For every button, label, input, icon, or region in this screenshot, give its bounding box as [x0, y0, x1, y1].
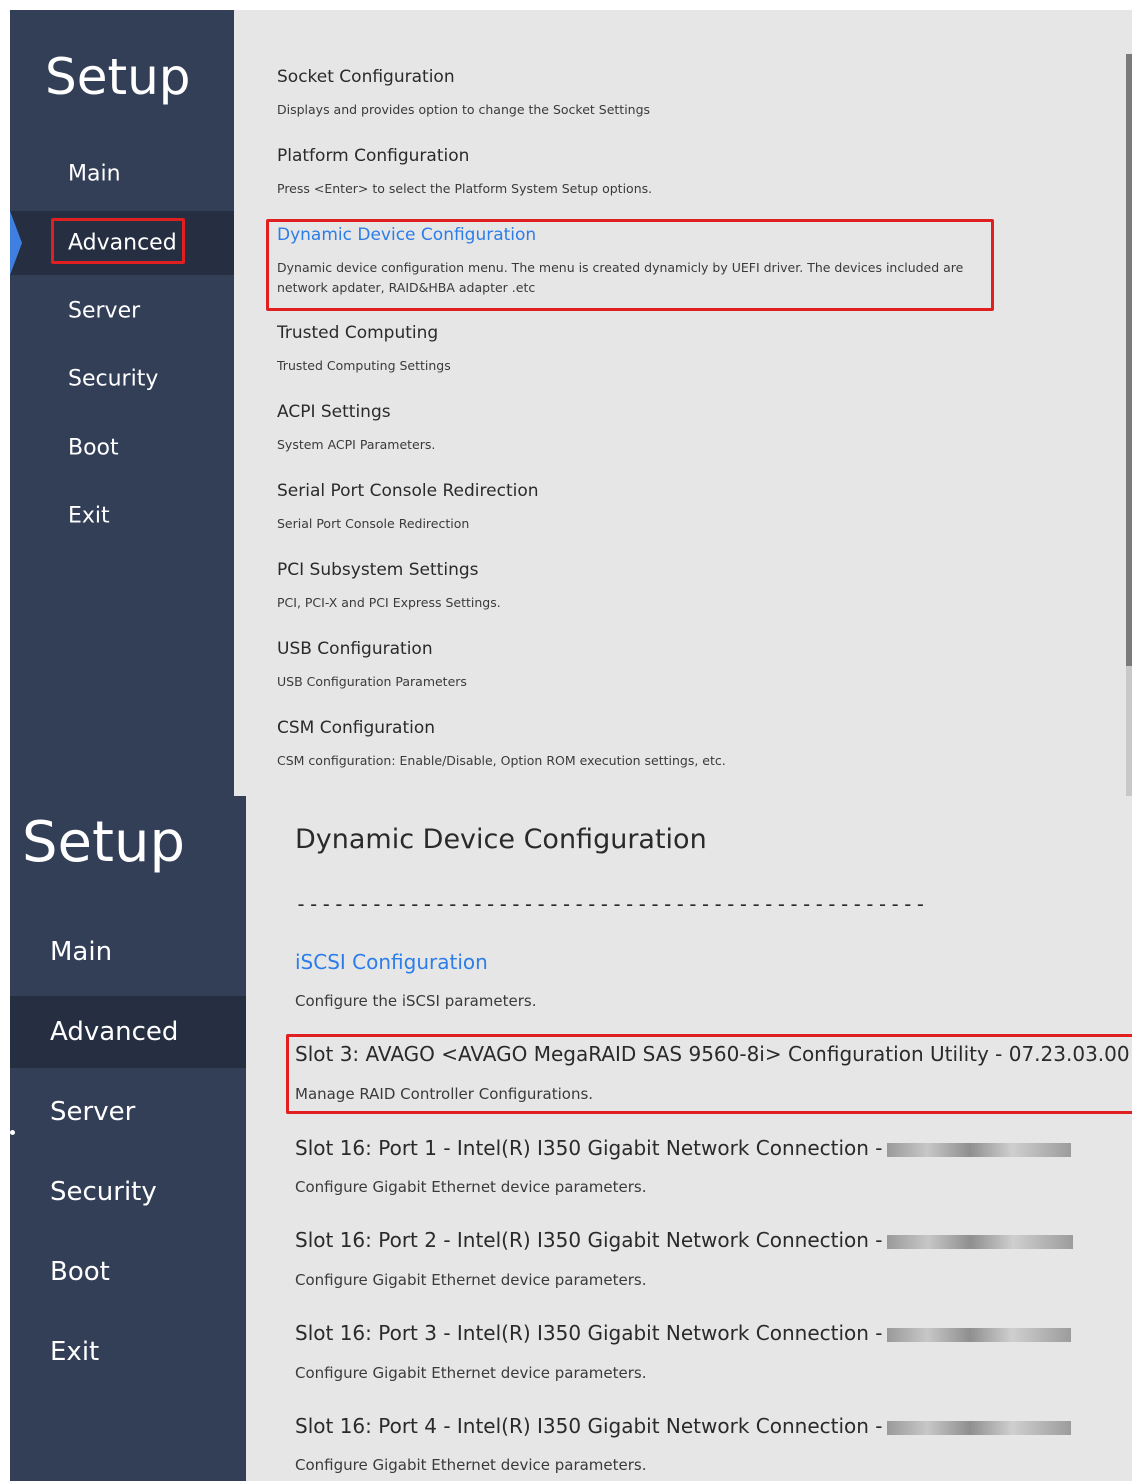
nav-item-security[interactable]: Security: [10, 1156, 246, 1228]
nav-item-label: Main: [50, 937, 113, 967]
nav-item-boot[interactable]: Boot: [10, 416, 234, 480]
item-description: Trusted Computing Settings: [277, 358, 451, 373]
item-description: Configure Gigabit Ethernet device parame…: [295, 1271, 647, 1289]
scrollbar-thumb[interactable]: [1126, 54, 1132, 666]
item-title: ACPI Settings: [277, 402, 391, 422]
nav-item-label: Server: [50, 1097, 136, 1127]
item-title-text: Slot 16: Port 4 - Intel(R) I350 Gigabit …: [295, 1414, 883, 1438]
nav-item-label: Boot: [50, 1257, 110, 1287]
setup-screen-advanced: Setup Main Advanced Server Security Boot…: [10, 10, 1132, 796]
nav-item-label: Boot: [68, 435, 119, 461]
nav-item-main[interactable]: Main: [10, 916, 246, 988]
nav-item-label: Security: [50, 1177, 157, 1207]
item-description: Configure the iSCSI parameters.: [295, 992, 537, 1010]
sidebar: Setup Main Advanced Server Security Boot…: [10, 10, 234, 796]
redacted-mac-address: [886, 1234, 1073, 1249]
item-title: CSM Configuration: [277, 718, 436, 738]
nav-item-server[interactable]: Server: [10, 1076, 246, 1148]
nav-item-server[interactable]: Server: [10, 279, 234, 343]
bullet-dot-icon: [10, 1130, 15, 1135]
setup-screen-dynamic-device-configuration: Setup Main Advanced Server Security Boot…: [10, 796, 1132, 1481]
item-title: USB Configuration: [277, 639, 433, 659]
sidebar: Setup Main Advanced Server Security Boot…: [10, 796, 246, 1481]
item-title: iSCSI Configuration: [295, 950, 488, 974]
nav-item-label: Server: [68, 298, 141, 324]
content-area: Socket Configuration Displays and provid…: [234, 10, 1132, 796]
highlight-box: [286, 1034, 1132, 1114]
item-description: USB Configuration Parameters: [277, 674, 467, 689]
item-description: System ACPI Parameters.: [277, 437, 436, 452]
nav-item-label: Advanced: [50, 1017, 179, 1047]
nav-item-advanced[interactable]: Advanced: [10, 996, 246, 1068]
item-title: Slot 16: Port 2 - Intel(R) I350 Gigabit …: [295, 1228, 1073, 1252]
nav-item-boot[interactable]: Boot: [10, 1236, 246, 1308]
item-title: Serial Port Console Redirection: [277, 481, 539, 501]
nav-item-security[interactable]: Security: [10, 347, 234, 411]
nav-item-exit[interactable]: Exit: [10, 484, 234, 548]
nav-item-main[interactable]: Main: [10, 142, 234, 206]
setup-title: Setup: [22, 810, 185, 875]
item-description: Configure Gigabit Ethernet device parame…: [295, 1364, 647, 1382]
redacted-mac-address: [886, 1327, 1071, 1342]
item-title: Slot 16: Port 4 - Intel(R) I350 Gigabit …: [295, 1414, 1071, 1438]
item-description: Configure Gigabit Ethernet device parame…: [295, 1456, 647, 1474]
redacted-mac-address: [886, 1420, 1071, 1435]
item-description: PCI, PCI-X and PCI Express Settings.: [277, 595, 501, 610]
active-arrow-icon: [10, 211, 22, 275]
item-description: Displays and provides option to change t…: [277, 102, 651, 117]
item-title-text: Slot 16: Port 2 - Intel(R) I350 Gigabit …: [295, 1228, 883, 1252]
setup-title: Setup: [45, 48, 191, 106]
redacted-mac-address: [886, 1142, 1071, 1157]
item-description: Serial Port Console Redirection: [277, 516, 470, 531]
nav-item-label: Exit: [50, 1337, 100, 1367]
nav-item-advanced[interactable]: Advanced: [10, 211, 234, 275]
item-title: Platform Configuration: [277, 146, 470, 166]
item-title-text: Slot 16: Port 1 - Intel(R) I350 Gigabit …: [295, 1136, 883, 1160]
highlight-box: [266, 219, 994, 311]
nav-item-exit[interactable]: Exit: [10, 1316, 246, 1388]
item-title-text: Slot 16: Port 3 - Intel(R) I350 Gigabit …: [295, 1321, 883, 1345]
item-title: Slot 16: Port 3 - Intel(R) I350 Gigabit …: [295, 1321, 1071, 1345]
item-title: Slot 16: Port 1 - Intel(R) I350 Gigabit …: [295, 1136, 1071, 1160]
nav-item-label: Main: [68, 161, 121, 187]
item-title: Trusted Computing: [277, 323, 439, 343]
item-title: PCI Subsystem Settings: [277, 560, 479, 580]
nav-item-label: Exit: [68, 503, 110, 529]
content-area: Dynamic Device Configuration -----------…: [246, 796, 1132, 1481]
item-description: Configure Gigabit Ethernet device parame…: [295, 1178, 647, 1196]
item-description: CSM configuration: Enable/Disable, Optio…: [277, 753, 726, 768]
nav-item-label: Security: [68, 366, 159, 392]
item-title: Socket Configuration: [277, 67, 455, 87]
highlight-box: [51, 218, 185, 264]
separator: ----------------------------------------…: [295, 892, 928, 916]
item-description: Press <Enter> to select the Platform Sys…: [277, 181, 653, 196]
scrollbar[interactable]: [1126, 54, 1132, 796]
page-title: Dynamic Device Configuration: [295, 824, 707, 855]
